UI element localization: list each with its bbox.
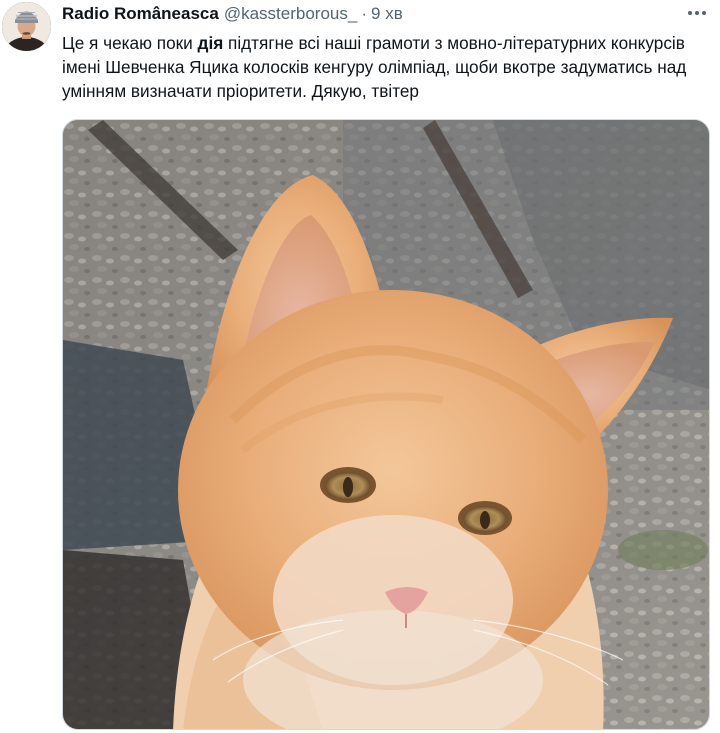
avatar-image: [2, 2, 51, 51]
tweet-text-before: Це я чекаю поки: [62, 33, 198, 53]
author-display-name[interactable]: Radio Româneasca: [62, 4, 219, 24]
tweet-card[interactable]: Radio Româneasca @kassterborous_ · 9 хв …: [0, 0, 720, 733]
author-avatar[interactable]: [2, 2, 51, 51]
more-horizontal-icon: [688, 11, 706, 15]
tweet-header: Radio Româneasca @kassterborous_ · 9 хв: [62, 3, 712, 25]
kitten-photo-image: [63, 120, 709, 729]
author-handle[interactable]: @kassterborous_: [224, 4, 358, 24]
header-separator: ·: [361, 4, 368, 23]
tweet-photo[interactable]: [62, 119, 710, 730]
tweet-timestamp[interactable]: 9 хв: [371, 4, 403, 24]
more-options-button[interactable]: [682, 0, 712, 26]
tweet-text: Це я чекаю поки дія підтягне всі наші гр…: [62, 31, 694, 103]
tweet-text-bold[interactable]: дія: [198, 33, 224, 53]
